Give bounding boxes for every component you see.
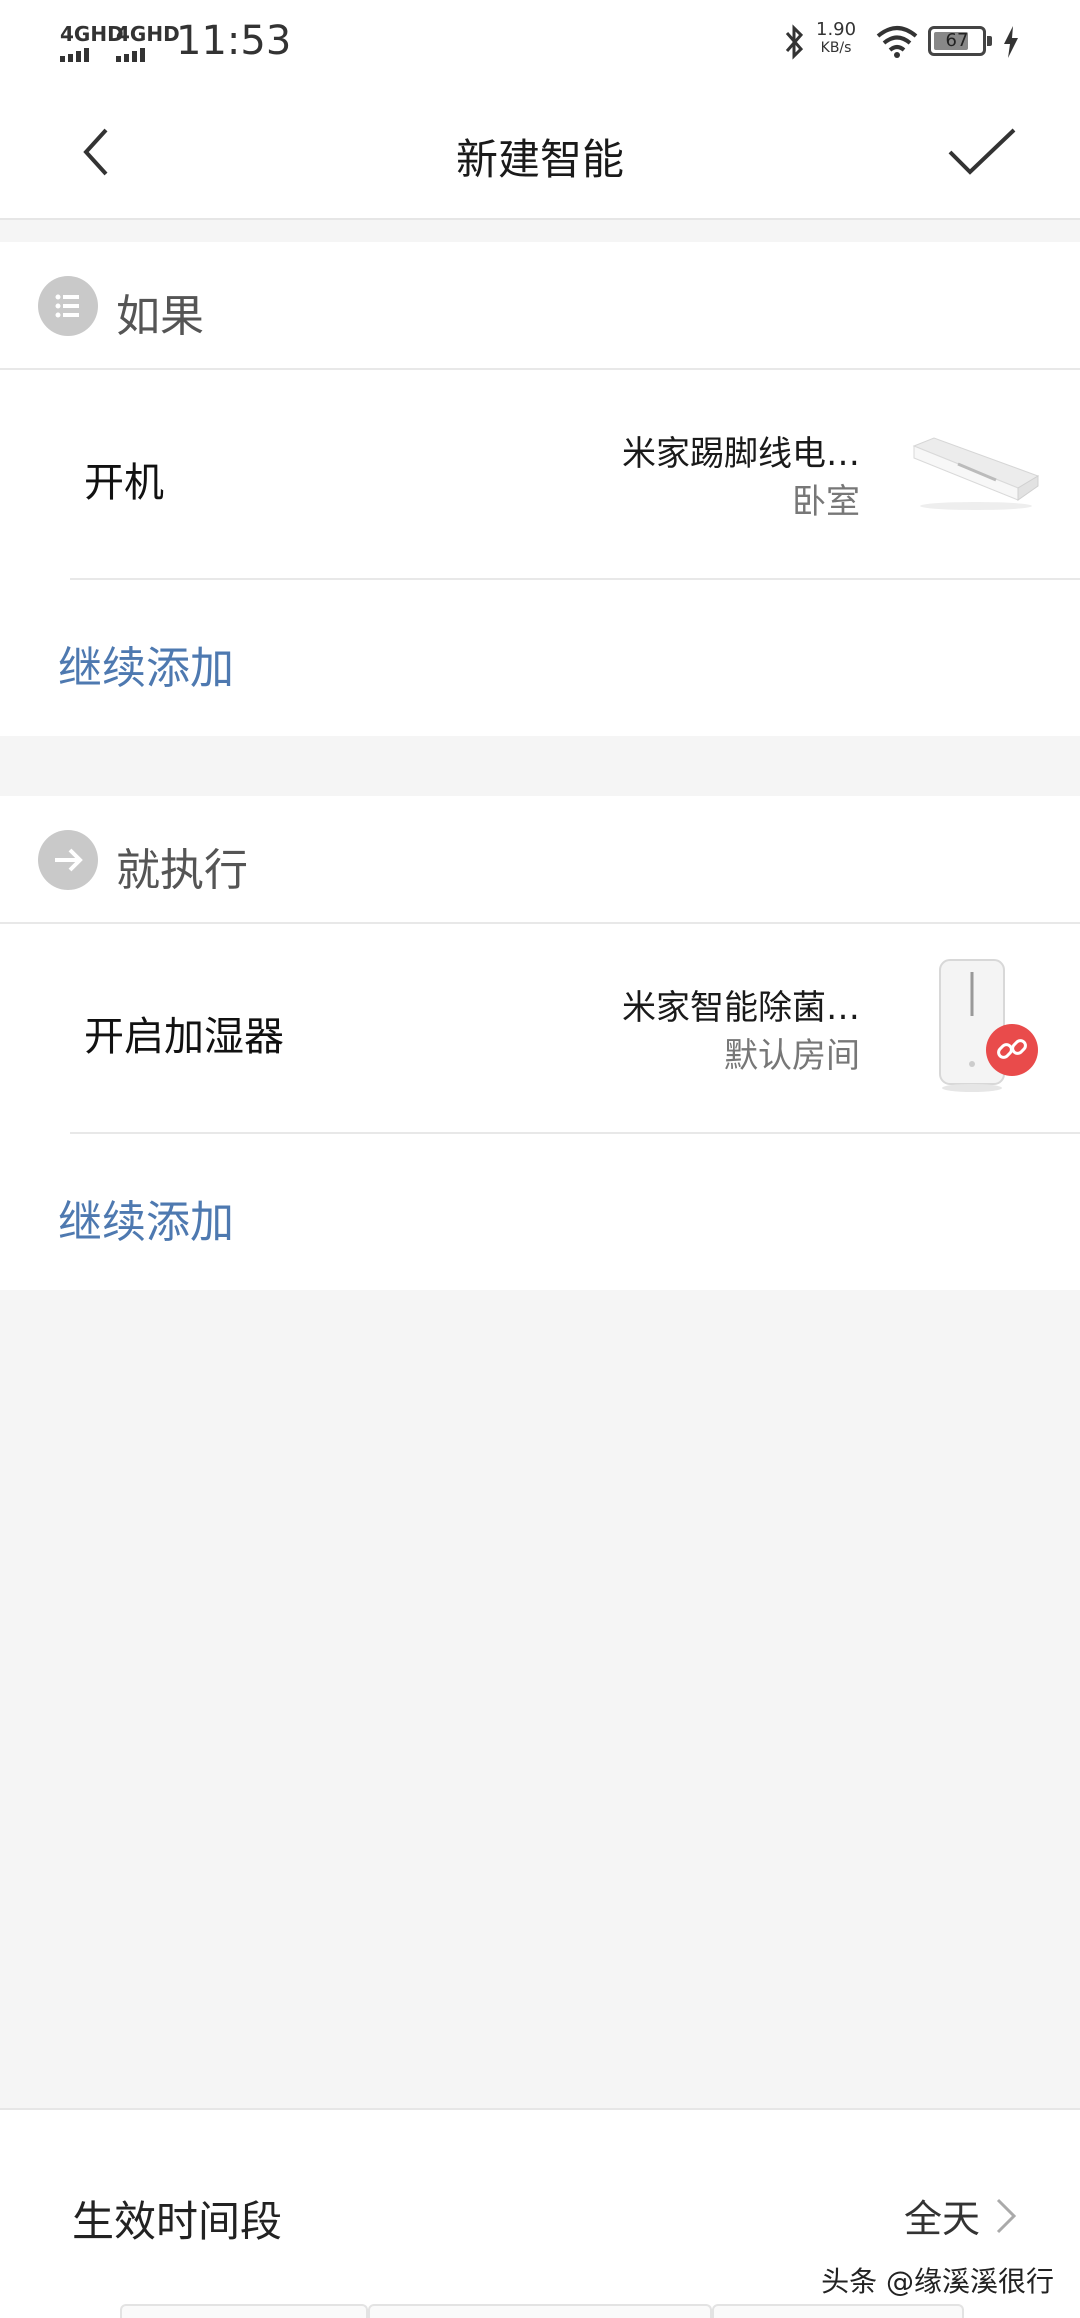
- arrow-right-icon: [38, 830, 98, 890]
- network-label: 4GHD: [60, 22, 124, 46]
- effective-period-label: 生效时间段: [72, 2197, 283, 2246]
- charging-icon: [1004, 26, 1018, 58]
- effective-period-value: 全天: [903, 2197, 980, 2241]
- network-indicator-1: 4GHD: [60, 22, 124, 62]
- network-label: 4GHD: [116, 22, 180, 46]
- condition-title: 开机: [84, 460, 164, 506]
- wifi-icon: [876, 26, 918, 58]
- link-broken-icon: [986, 1024, 1038, 1076]
- clock: 11:53: [176, 18, 292, 64]
- device-room: 卧室: [792, 482, 860, 522]
- confirm-button[interactable]: [944, 120, 1020, 184]
- action-device: 米家智能除菌… 默认房间: [622, 984, 860, 1080]
- if-section: 如果 开机 米家踢脚线电… 卧室 继续添加: [0, 242, 1080, 736]
- battery-indicator: 67: [928, 26, 992, 56]
- signal-icon: [60, 48, 89, 62]
- then-add-button[interactable]: 继续添加: [58, 1186, 234, 1250]
- net-speed-value: 1.90: [816, 19, 857, 40]
- top-app-bar: 新建智能: [0, 84, 1080, 220]
- network-indicator-2: 4GHD: [116, 22, 180, 62]
- device-room: 默认房间: [724, 1036, 860, 1076]
- chevron-right-icon: [996, 2198, 1017, 2234]
- bluetooth-icon: [785, 24, 804, 60]
- list-icon: [38, 276, 98, 336]
- then-section-header: 就执行: [0, 796, 1080, 924]
- then-section: 就执行 开启加湿器 米家智能除菌… 默认房间 继续添加: [0, 796, 1080, 1290]
- if-add-button[interactable]: 继续添加: [58, 632, 234, 696]
- action-title: 开启加湿器: [84, 1014, 284, 1060]
- device-name: 米家踢脚线电…: [622, 434, 860, 474]
- page-title: 新建智能: [455, 135, 624, 184]
- condition-device: 米家踢脚线电… 卧室: [622, 430, 860, 526]
- status-bar: 4GHD 4GHD 11:53 1.90 KB/s 67: [0, 0, 1080, 84]
- baseboard-heater-image: [912, 437, 1040, 510]
- row-divider: [70, 1132, 1080, 1134]
- device-name: 米家智能除菌…: [622, 988, 860, 1028]
- if-section-title: 如果: [116, 291, 204, 342]
- battery-level: 67: [945, 30, 969, 51]
- action-row[interactable]: 开启加湿器 米家智能除菌… 默认房间: [0, 924, 1080, 1132]
- condition-row[interactable]: 开机 米家踢脚线电… 卧室: [0, 370, 1080, 578]
- net-speed-unit: KB/s: [820, 40, 852, 56]
- signal-icon: [116, 48, 145, 62]
- watermark: 头条 @缘溪溪很行: [821, 2265, 1054, 2298]
- row-divider: [70, 578, 1080, 580]
- net-speed: 1.90 KB/s: [816, 20, 856, 58]
- if-section-header: 如果: [0, 242, 1080, 370]
- then-section-title: 就执行: [116, 845, 248, 896]
